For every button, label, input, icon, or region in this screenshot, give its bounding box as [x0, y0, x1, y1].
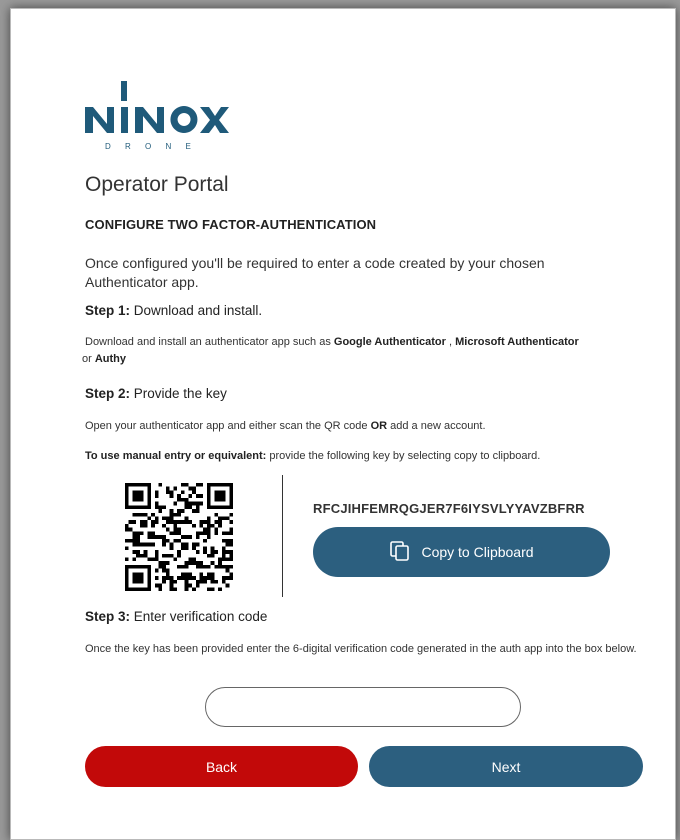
separator: , — [445, 336, 456, 348]
secret-key: RFCJIHFEMRQGJER7F6IYSVLYYAVZBFRR — [313, 501, 585, 516]
step1-label: Step 1: — [85, 303, 131, 318]
step3-label: Step 3: — [85, 609, 131, 624]
next-button[interactable]: Next — [369, 746, 643, 787]
page-title: Operator Portal — [85, 173, 229, 196]
step3-title: Enter verification code — [133, 609, 268, 624]
step1-heading: Step 1: Download and install. — [85, 303, 262, 318]
copy-button-label: Copy to Clipboard — [421, 544, 534, 560]
back-button[interactable]: Back — [85, 746, 358, 787]
manual-entry-desc: provide the following key by selecting c… — [266, 450, 541, 462]
step2-heading: Step 2: Provide the key — [85, 386, 227, 401]
or-text: OR — [370, 420, 388, 432]
google-authenticator-name: Google Authenticator — [333, 336, 446, 348]
step2-desc-suffix: add a new account. — [387, 420, 486, 432]
step2-title: Provide the key — [133, 386, 227, 401]
qr-code — [125, 483, 233, 591]
step3-description: Once the key has been provided enter the… — [85, 643, 637, 655]
step2-description: Open your authenticator app and either s… — [85, 418, 645, 435]
copy-to-clipboard-button[interactable]: Copy to Clipboard — [313, 527, 610, 577]
separator: or — [82, 353, 95, 365]
auth-card: D R O N E Operator Portal CONFIGURE TWO … — [10, 8, 676, 840]
microsoft-authenticator-name: Microsoft Authenticator — [455, 336, 579, 348]
authy-name: Authy — [94, 353, 127, 365]
verification-code-input[interactable] — [205, 687, 521, 727]
step1-description: Download and install an authenticator ap… — [82, 334, 645, 368]
intro-text: Once configured you'll be required to en… — [85, 255, 545, 290]
section-heading: CONFIGURE TWO FACTOR-AUTHENTICATION — [85, 217, 377, 232]
step1-desc-text: Download and install an authenticator ap… — [85, 336, 334, 348]
step2-label: Step 2: — [85, 386, 131, 401]
step3-heading: Step 3: Enter verification code — [85, 609, 267, 624]
step2-desc-text: Open your authenticator app and either s… — [85, 420, 371, 432]
manual-entry-text: To use manual entry or equivalent: provi… — [85, 448, 645, 465]
copy-icon — [389, 540, 411, 565]
logo-subtitle: D R O N E — [105, 142, 197, 151]
ninox-drone-logo: D R O N E — [83, 77, 229, 157]
divider — [282, 475, 283, 597]
manual-entry-label: To use manual entry or equivalent: — [85, 450, 267, 462]
step1-title: Download and install. — [133, 303, 263, 318]
